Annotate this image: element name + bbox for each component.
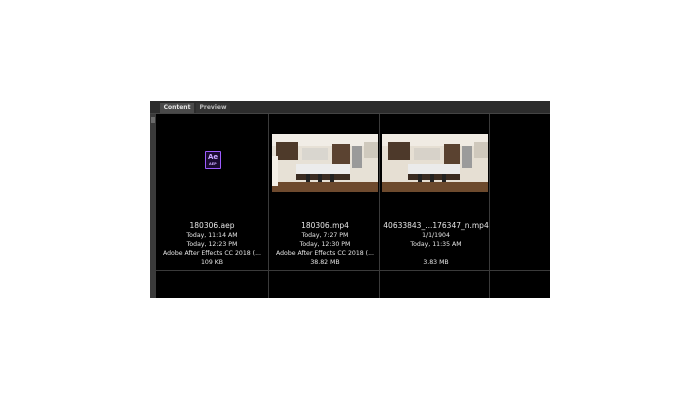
file-size: 109 KB (200, 259, 224, 266)
file-size: 38.82 MB (310, 259, 340, 266)
content-browser-panel: Content Preview Ae AEP 180306.aep Today,… (150, 101, 550, 298)
panel-tab-bar: Content Preview (150, 101, 550, 114)
file-modified: Today, 12:23 PM (186, 241, 238, 248)
file-name: 180306.mp4 (301, 221, 349, 230)
tab-preview[interactable]: Preview (196, 103, 230, 113)
file-name: 180306.aep (189, 221, 235, 230)
after-effects-project-icon: Ae AEP (205, 151, 221, 169)
file-item-aep[interactable]: Ae AEP 180306.aep Today, 11:14 AM Today,… (156, 114, 268, 269)
file-application: Adobe After Effects CC 2018 (... (163, 250, 261, 257)
kitchen-video-thumbnail (382, 134, 488, 192)
file-modified: Today, 11:35 AM (410, 241, 462, 248)
file-name: 40633843_...176347_n.mp4 (383, 221, 489, 230)
file-created: 1/1/1904 (422, 232, 450, 239)
empty-grid-cell (490, 114, 550, 269)
grid-divider (156, 270, 550, 271)
file-item-mp4-2[interactable]: 40633843_...176347_n.mp4 1/1/1904 Today,… (380, 114, 492, 269)
file-created: Today, 11:14 AM (186, 232, 238, 239)
file-application: Adobe After Effects CC 2018 (... (276, 250, 374, 257)
file-item-mp4[interactable]: 180306.mp4 Today, 7:27 PM Today, 12:30 P… (269, 114, 381, 269)
file-created: Today, 7:27 PM (301, 232, 349, 239)
file-size: 3.83 MB (423, 259, 449, 266)
kitchen-video-thumbnail (272, 134, 378, 192)
scrollbar-thumb[interactable] (151, 117, 155, 123)
file-modified: Today, 12:30 PM (299, 241, 351, 248)
tab-content[interactable]: Content (160, 103, 194, 113)
file-grid: Ae AEP 180306.aep Today, 11:14 AM Today,… (156, 114, 550, 298)
